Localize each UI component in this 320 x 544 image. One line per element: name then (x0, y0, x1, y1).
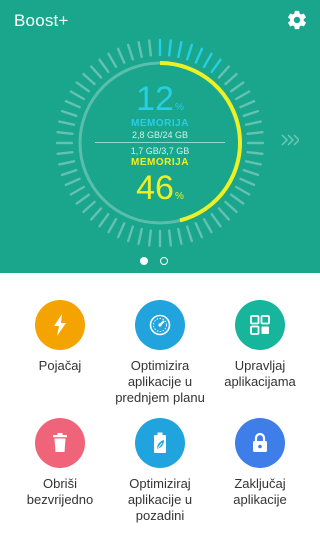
ram-label: MEMORIJA (131, 157, 189, 168)
settings-gear-icon[interactable] (286, 9, 308, 31)
tile-manage-apps-label: Upravljaj aplikacijama (207, 358, 313, 390)
tile-label-line: Obriši (43, 476, 77, 491)
tile-label-line: Upravljaj (234, 358, 286, 373)
tile-clean-junk[interactable]: Obriši bezvrijedno (7, 418, 113, 538)
gauge-tick (202, 218, 213, 234)
tile-label-line: Optimizira (130, 358, 190, 373)
memory-gauge-ring (55, 38, 265, 248)
speedometer-icon (149, 314, 171, 336)
hero-panel: Boost+ 12% MEMORIJA 2,8 GB/24 GB 1,7 GB/… (0, 0, 320, 273)
tile-boost[interactable]: Pojačaj (7, 300, 113, 420)
ram-percent-value: 46 (136, 169, 174, 207)
gauge-tick (98, 58, 110, 74)
gauge-tick-active (210, 58, 222, 74)
gauge-tick (210, 212, 222, 228)
gauge-tick (107, 52, 118, 68)
gauge-tick (116, 47, 126, 64)
gauge-tick (116, 222, 126, 239)
tile-boost-label: Pojačaj (7, 358, 113, 374)
tile-clean-junk-label: Obriši bezvrijedno (7, 476, 113, 508)
storage-label: MEMORIJA (131, 118, 189, 129)
gauge-tick (137, 41, 143, 59)
gauge-tick (126, 43, 135, 61)
page-dot-active[interactable] (140, 257, 148, 265)
app-grid-icon (250, 315, 270, 335)
lightning-icon (54, 314, 66, 336)
tile-optimize-background-label: Optimiziraj aplikacije u pozadini (107, 476, 213, 524)
storage-percent-symbol: % (174, 102, 184, 113)
tile-manage-apps-circle (235, 300, 285, 350)
tile-boost-circle (35, 300, 85, 350)
gauge-tick (126, 225, 135, 243)
battery-leaf-icon (154, 432, 166, 453)
gauge-divider (95, 142, 225, 143)
gauge-tick-active (185, 43, 194, 61)
tile-label-line: aplikacije u (127, 492, 193, 507)
tile-lock-apps-circle (235, 418, 285, 468)
gauge-tick-active (202, 52, 213, 68)
tile-label-line: Optimiziraj (129, 476, 191, 491)
page-indicator (0, 257, 320, 267)
tile-label-line: aplikacije (233, 492, 287, 507)
tile-label-line: Pojačaj (38, 358, 82, 373)
gauge-tick (148, 39, 153, 57)
gauge-tick (148, 229, 153, 247)
tile-label-line: pozadini (135, 508, 185, 523)
gauge-tick (217, 65, 231, 79)
tile-label-line: prednjem planu (115, 390, 205, 405)
page-dot-inactive[interactable] (160, 257, 168, 265)
storage-value: 2,8 GB/24 GB (131, 130, 189, 140)
tile-optimize-background[interactable]: Optimiziraj aplikacije u pozadini (107, 418, 213, 538)
gauge-tick-active (177, 41, 183, 59)
tile-optimize-foreground-label: Optimizira aplikacije u prednjem planu (107, 358, 213, 406)
tile-clean-junk-circle (35, 418, 85, 468)
lock-icon (253, 432, 267, 452)
gauge-tick (177, 227, 183, 245)
gauge-tick (107, 218, 118, 234)
gauge-tick (89, 65, 103, 79)
tile-lock-apps-label: Zaključaj aplikacije (207, 476, 313, 508)
gauge-tick (185, 225, 194, 243)
tile-optimize-background-circle (135, 418, 185, 468)
tile-label-line: aplikacije u (127, 374, 193, 389)
gauge-tick-active (194, 47, 204, 64)
tile-lock-apps[interactable]: Zaključaj aplikacije (207, 418, 313, 538)
app-title: Boost+ (14, 11, 69, 30)
tile-label-line: bezvrijedno (26, 492, 94, 507)
gauge-tick (137, 227, 143, 245)
trash-icon (53, 433, 67, 452)
tile-label-line: aplikacijama (224, 374, 296, 389)
tile-optimize-foreground[interactable]: Optimizira aplikacije u prednjem planu (107, 300, 213, 420)
gauge-tick (98, 212, 110, 228)
ram-value: 1,7 GB/3,7 GB (130, 146, 190, 156)
tile-manage-apps[interactable]: Upravljaj aplikacijama (207, 300, 313, 420)
memory-gauge[interactable]: 12% MEMORIJA 2,8 GB/24 GB 1,7 GB/3,7 GB … (55, 38, 265, 248)
ram-percent: 46% (55, 171, 265, 214)
ram-percent-symbol: % (174, 191, 184, 202)
tile-optimize-foreground-circle (135, 300, 185, 350)
next-page-chevron-icon[interactable] (279, 133, 299, 147)
storage-percent-value: 12 (136, 80, 174, 118)
gauge-tick (194, 222, 204, 239)
gauge-tick-active (167, 39, 172, 57)
gauge-tick (167, 229, 172, 247)
tile-label-line: Zaključaj (234, 476, 286, 491)
